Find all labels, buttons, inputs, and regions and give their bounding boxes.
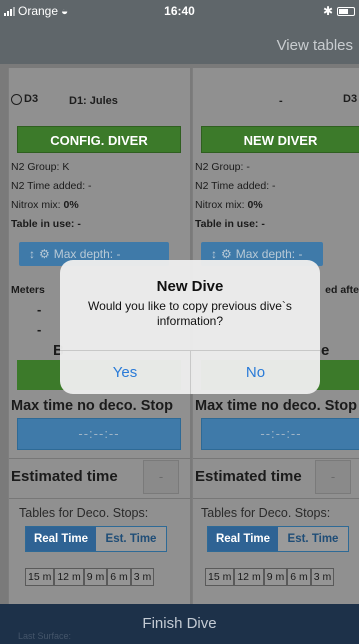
dive-group-selector[interactable]: D3 — [11, 93, 38, 105]
diver-name: D1: Jules — [69, 95, 118, 107]
new-dive-alert: New Dive Would you like to copy previous… — [60, 260, 320, 394]
nitrox-label: Nitrox mix: — [11, 199, 64, 211]
divider — [193, 498, 359, 499]
divider — [193, 458, 359, 459]
divider — [9, 458, 190, 459]
n2-group: N2 Group: K — [11, 161, 70, 173]
segment-est-time[interactable]: Est. Time — [278, 527, 348, 551]
depth-value-2: - — [37, 322, 42, 337]
gear-icon: ⚙ — [39, 247, 50, 261]
nitrox-value: 0% — [63, 199, 79, 211]
alert-title: New Dive — [156, 278, 224, 295]
deco-stops-row: 15 m 12 m 9 m 6 m 3 m — [25, 568, 155, 586]
diver-name: - — [279, 95, 283, 107]
last-surface-label: Last Surface: — [18, 631, 72, 641]
surface-interval-label-partial: ed afte — [325, 284, 359, 296]
deco-cell: 12 m — [54, 568, 84, 586]
dive-group-selector[interactable]: D3 ❯ — [343, 93, 359, 105]
nitrox-mix: Nitrox mix: 0% — [195, 199, 263, 211]
view-tables-button[interactable]: View tables — [277, 37, 353, 54]
estimated-time-label: Estimated time — [11, 468, 118, 485]
deco-cell: 15 m — [205, 568, 235, 586]
deco-cell: 6 m — [287, 568, 311, 586]
tables-deco-label: Tables for Deco. Stops: — [19, 506, 149, 520]
partial-heading: e — [321, 342, 330, 359]
alert-yes-button[interactable]: Yes — [60, 351, 190, 394]
nitrox-mix: Nitrox mix: 0% — [11, 199, 79, 211]
alert-no-button[interactable]: No — [190, 351, 320, 394]
table-in-use: Table in use: - — [11, 218, 81, 230]
status-bar: Orange ◒ 16:40 ✱ — [0, 0, 359, 20]
deco-cell: 9 m — [83, 568, 108, 586]
battery-icon — [337, 6, 355, 16]
max-time-label: Max time no deco. Stop — [195, 398, 357, 414]
segment-est-time[interactable]: Est. Time — [96, 527, 166, 551]
deco-cell: 3 m — [310, 568, 335, 586]
n2-time-added: N2 Time added: - — [195, 180, 276, 192]
finish-dive-label: Finish Dive — [142, 615, 217, 632]
max-time-label: Max time no deco. Stop — [11, 398, 173, 414]
diver-mask-icon — [11, 93, 22, 105]
max-time-field[interactable]: --:--:-- — [17, 418, 181, 450]
estimated-time-button[interactable]: - — [315, 460, 351, 494]
column-header: - D3 ❯ — [193, 68, 359, 108]
deco-cell: 3 m — [130, 568, 155, 586]
meters-label: Meters — [11, 284, 45, 296]
dive-group-label: D3 — [24, 93, 39, 105]
segment-real-time[interactable]: Real Time — [26, 527, 96, 551]
config-diver-button[interactable]: CONFIG. DIVER — [17, 126, 181, 153]
segment-real-time[interactable]: Real Time — [208, 527, 278, 551]
estimated-time-label: Estimated time — [195, 468, 302, 485]
n2-group: N2 Group: - — [195, 161, 250, 173]
dive-group-label: D3 — [343, 93, 358, 105]
new-diver-button[interactable]: NEW DIVER — [201, 126, 359, 153]
stepper-icon: ↕ — [29, 247, 35, 261]
column-header: D3 D1: Jules — [9, 68, 190, 108]
nitrox-value: 0% — [247, 199, 263, 211]
time-mode-segmented: Real Time Est. Time — [207, 526, 349, 552]
status-time: 16:40 — [164, 4, 195, 18]
nitrox-label: Nitrox mix: — [195, 199, 248, 211]
divider — [9, 498, 190, 499]
alert-message: Would you like to copy previous dive`s i… — [88, 299, 292, 328]
bluetooth-icon: ✱ — [322, 4, 333, 18]
estimated-time-button[interactable]: - — [143, 460, 179, 494]
depth-value: - — [37, 302, 42, 317]
deco-cell: 12 m — [234, 568, 264, 586]
tables-deco-label: Tables for Deco. Stops: — [201, 506, 331, 520]
alert-buttons: Yes No — [60, 350, 320, 394]
deco-cell: 9 m — [263, 568, 288, 586]
deco-cell: 15 m — [25, 568, 55, 586]
time-mode-segmented: Real Time Est. Time — [25, 526, 167, 552]
status-right: ✱ — [323, 4, 355, 18]
finish-dive-button[interactable]: Finish Dive Last Surface: — [0, 604, 359, 644]
deco-stops-row: 15 m 12 m 9 m 6 m 3 m — [205, 568, 335, 586]
table-in-use: Table in use: - — [195, 218, 265, 230]
max-time-field[interactable]: --:--:-- — [201, 418, 359, 450]
deco-cell: 6 m — [107, 568, 131, 586]
n2-time-added: N2 Time added: - — [11, 180, 92, 192]
nav-bar: View tables — [0, 20, 359, 64]
